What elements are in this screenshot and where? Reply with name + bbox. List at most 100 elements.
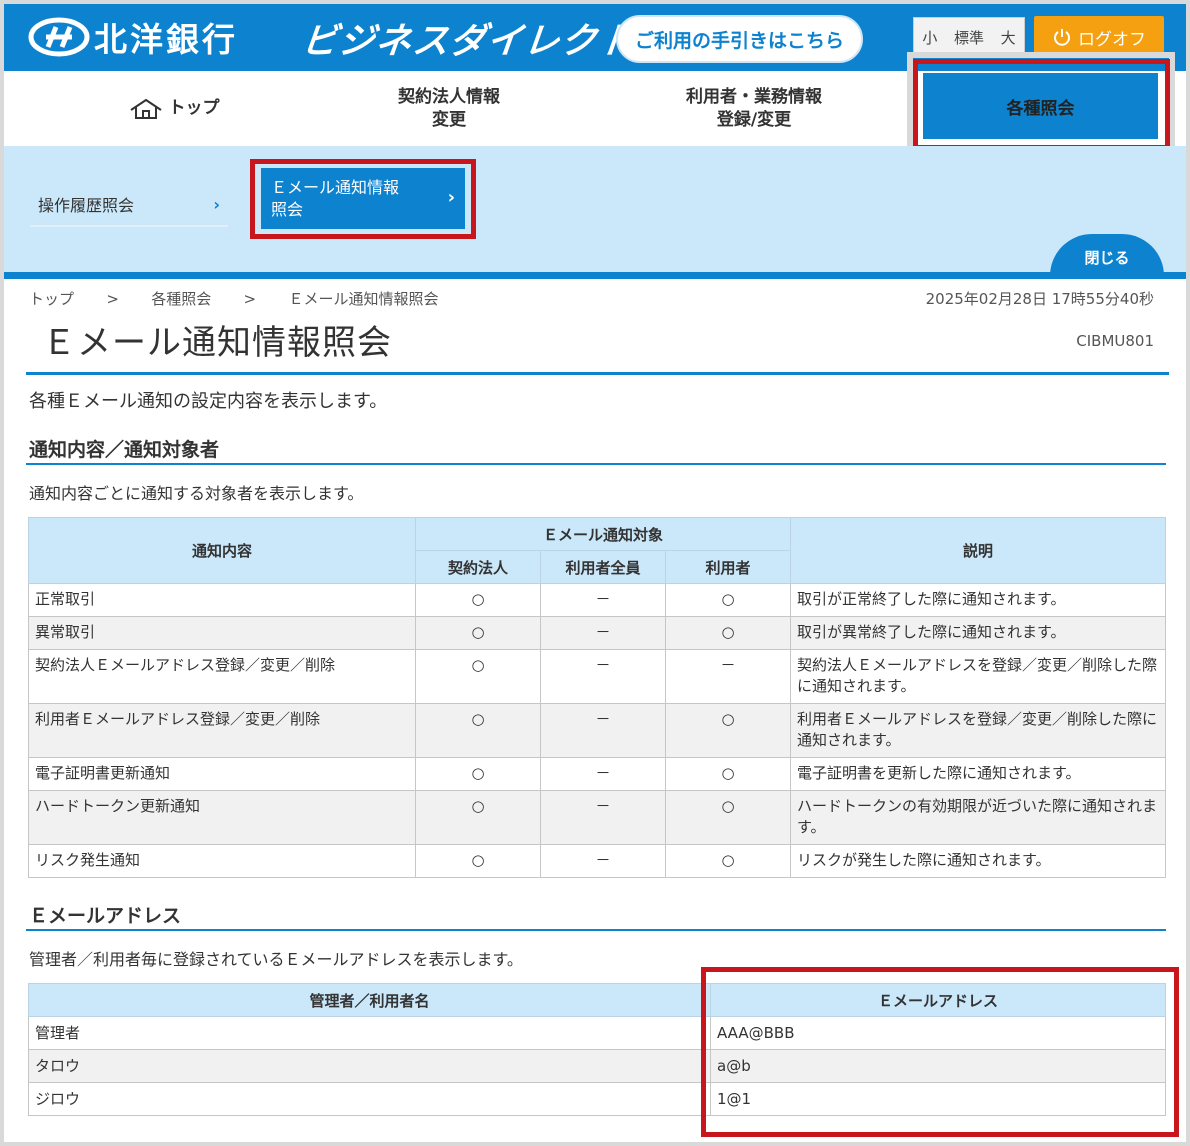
submenu-close-button[interactable]: 閉じる: [1050, 234, 1164, 276]
cell-user: －: [665, 649, 791, 704]
nav-user-label-1: 利用者・業務情報: [686, 87, 822, 108]
cell-user-name: ジロウ: [28, 1082, 711, 1116]
cell-content: 正常取引: [28, 583, 416, 617]
table-row: リスク発生通知 ○ － ○ リスクが発生した際に通知されます。: [28, 844, 1166, 878]
nav-top[interactable]: トップ: [84, 71, 264, 146]
cell-content: 利用者Ｅメールアドレス登録／変更／削除: [28, 703, 416, 758]
th-target-group: Ｅメール通知対象: [415, 517, 791, 551]
submenu-bottom-bar: [4, 272, 1186, 279]
breadcrumb-top[interactable]: トップ: [29, 290, 74, 308]
global-nav: トップ 契約法人情報 変更 利用者・業務情報 登録/変更 各種照会: [4, 52, 1186, 157]
timestamp: 2025年02月28日 17時55分40秒: [925, 290, 1154, 308]
cell-corp: ○: [415, 703, 541, 758]
cell-all-users: －: [540, 703, 666, 758]
service-name: ビジネスダイレクト: [299, 21, 637, 62]
font-size-normal-button[interactable]: 標準: [954, 27, 984, 48]
nav-user-label-2: 登録/変更: [716, 109, 792, 130]
notification-table: 通知内容 Ｅメール通知対象 説明 契約法人 利用者全員 利用者 正常取引 ○ －…: [28, 517, 1166, 878]
cell-user-name: 管理者: [28, 1016, 711, 1050]
cell-corp: ○: [415, 583, 541, 617]
breadcrumb-separator: >: [106, 290, 119, 308]
bank-logo-icon: [28, 17, 90, 57]
table-row: 利用者Ｅメールアドレス登録／変更／削除 ○ － ○ 利用者Ｅメールアドレスを登録…: [28, 703, 1166, 758]
table-row: 契約法人Ｅメールアドレス登録／変更／削除 ○ － － 契約法人Ｅメールアドレスを…: [28, 649, 1166, 704]
nav-corporate-info[interactable]: 契約法人情報 変更: [344, 71, 554, 146]
submenu-history-label: 操作履歴照会: [38, 196, 135, 215]
home-icon: [129, 98, 162, 119]
cell-user: ○: [665, 790, 791, 845]
table-row: 正常取引 ○ － ○ 取引が正常終了した際に通知されます。: [28, 583, 1166, 617]
cell-corp: ○: [415, 649, 541, 704]
cell-user: ○: [665, 583, 791, 617]
cell-description: ハードトークンの有効期限が近づいた際に通知されます。: [790, 790, 1166, 845]
title-divider: [26, 372, 1169, 375]
submenu-email-label-1: Ｅメール通知情報: [271, 177, 400, 197]
cell-description: 電子証明書を更新した際に通知されます。: [790, 757, 1166, 791]
notify-section-heading: 通知内容／通知対象者: [29, 439, 220, 461]
breadcrumb-separator: >: [243, 290, 257, 308]
table-row: 電子証明書更新通知 ○ － ○ 電子証明書を更新した際に通知されます。: [28, 757, 1166, 791]
cell-all-users: －: [540, 757, 666, 791]
th-content: 通知内容: [28, 517, 416, 584]
th-user-name: 管理者／利用者名: [28, 983, 711, 1017]
nav-corp-label-2: 変更: [432, 109, 466, 130]
cell-content: ハードトークン更新通知: [28, 790, 416, 845]
cell-all-users: －: [540, 649, 666, 704]
email-section-desc: 管理者／利用者毎に登録されているＥメールアドレスを表示します。: [29, 950, 523, 969]
cell-description: 利用者Ｅメールアドレスを登録／変更／削除した際に通知されます。: [790, 703, 1166, 758]
nav-inquiry[interactable]: 各種照会: [923, 73, 1158, 139]
th-user: 利用者: [665, 550, 791, 584]
cell-user: ○: [665, 844, 791, 878]
table-row: 異常取引 ○ － ○ 取引が異常終了した際に通知されます。: [28, 616, 1166, 650]
cell-user: ○: [665, 616, 791, 650]
cell-content: 異常取引: [28, 616, 416, 650]
cell-user: ○: [665, 757, 791, 791]
table-row: ハードトークン更新通知 ○ － ○ ハードトークンの有効期限が近づいた際に通知さ…: [28, 790, 1166, 845]
th-all-users: 利用者全員: [540, 550, 666, 584]
th-corp: 契約法人: [415, 550, 541, 584]
notify-section-divider: [26, 463, 1166, 465]
submenu-email-notification[interactable]: Ｅメール通知情報 照会 ›: [261, 168, 465, 229]
cell-description: リスクが発生した際に通知されます。: [790, 844, 1166, 878]
nav-user-info[interactable]: 利用者・業務情報 登録/変更: [654, 71, 854, 146]
font-size-switcher: 小 標準 大: [913, 17, 1025, 57]
cell-user-name: タロウ: [28, 1049, 711, 1083]
page-title: Ｅメール通知情報照会: [42, 323, 392, 363]
email-column-highlight: [701, 967, 1179, 1137]
cell-corp: ○: [415, 790, 541, 845]
breadcrumb: トップ > 各種照会 > Ｅメール通知情報照会: [29, 288, 438, 309]
email-section-divider: [26, 929, 1166, 931]
bank-logo[interactable]: 北洋銀行: [28, 14, 238, 60]
font-size-small-button[interactable]: 小: [922, 27, 937, 48]
cell-description: 契約法人Ｅメールアドレスを登録／変更／削除した際に通知されます。: [790, 649, 1166, 704]
submenu-panel: 操作履歴照会 › Ｅメール通知情報 照会 › 閉じる: [4, 146, 1186, 276]
screen-id: CIBMU801: [1076, 332, 1154, 350]
cell-corp: ○: [415, 757, 541, 791]
chevron-right-icon: ›: [447, 187, 455, 209]
cell-all-users: －: [540, 583, 666, 617]
breadcrumb-inquiry[interactable]: 各種照会: [151, 290, 211, 308]
cell-all-users: －: [540, 844, 666, 878]
submenu-operation-history[interactable]: 操作履歴照会 ›: [30, 183, 228, 227]
breadcrumb-current: Ｅメール通知情報照会: [288, 290, 439, 308]
cell-content: リスク発生通知: [28, 844, 416, 878]
cell-all-users: －: [540, 616, 666, 650]
cell-corp: ○: [415, 616, 541, 650]
logoff-label: ログオフ: [1078, 29, 1146, 50]
chevron-right-icon: ›: [213, 194, 220, 214]
th-description: 説明: [790, 517, 1166, 584]
notify-section-desc: 通知内容ごとに通知する対象者を表示します。: [29, 484, 364, 503]
cell-description: 取引が正常終了した際に通知されます。: [790, 583, 1166, 617]
cell-user: ○: [665, 703, 791, 758]
email-section-heading: Ｅメールアドレス: [29, 905, 182, 927]
nav-top-label: トップ: [168, 98, 220, 119]
page-lead: 各種Ｅメール通知の設定内容を表示します。: [29, 391, 388, 412]
bank-name: 北洋銀行: [94, 20, 238, 59]
cell-content: 契約法人Ｅメールアドレス登録／変更／削除: [28, 649, 416, 704]
user-guide-button[interactable]: ご利用の手引きはこちら: [616, 15, 863, 63]
submenu-email-label-2: 照会: [271, 199, 304, 219]
cell-content: 電子証明書更新通知: [28, 757, 416, 791]
cell-all-users: －: [540, 790, 666, 845]
font-size-large-button[interactable]: 大: [1001, 27, 1016, 48]
cell-corp: ○: [415, 844, 541, 878]
